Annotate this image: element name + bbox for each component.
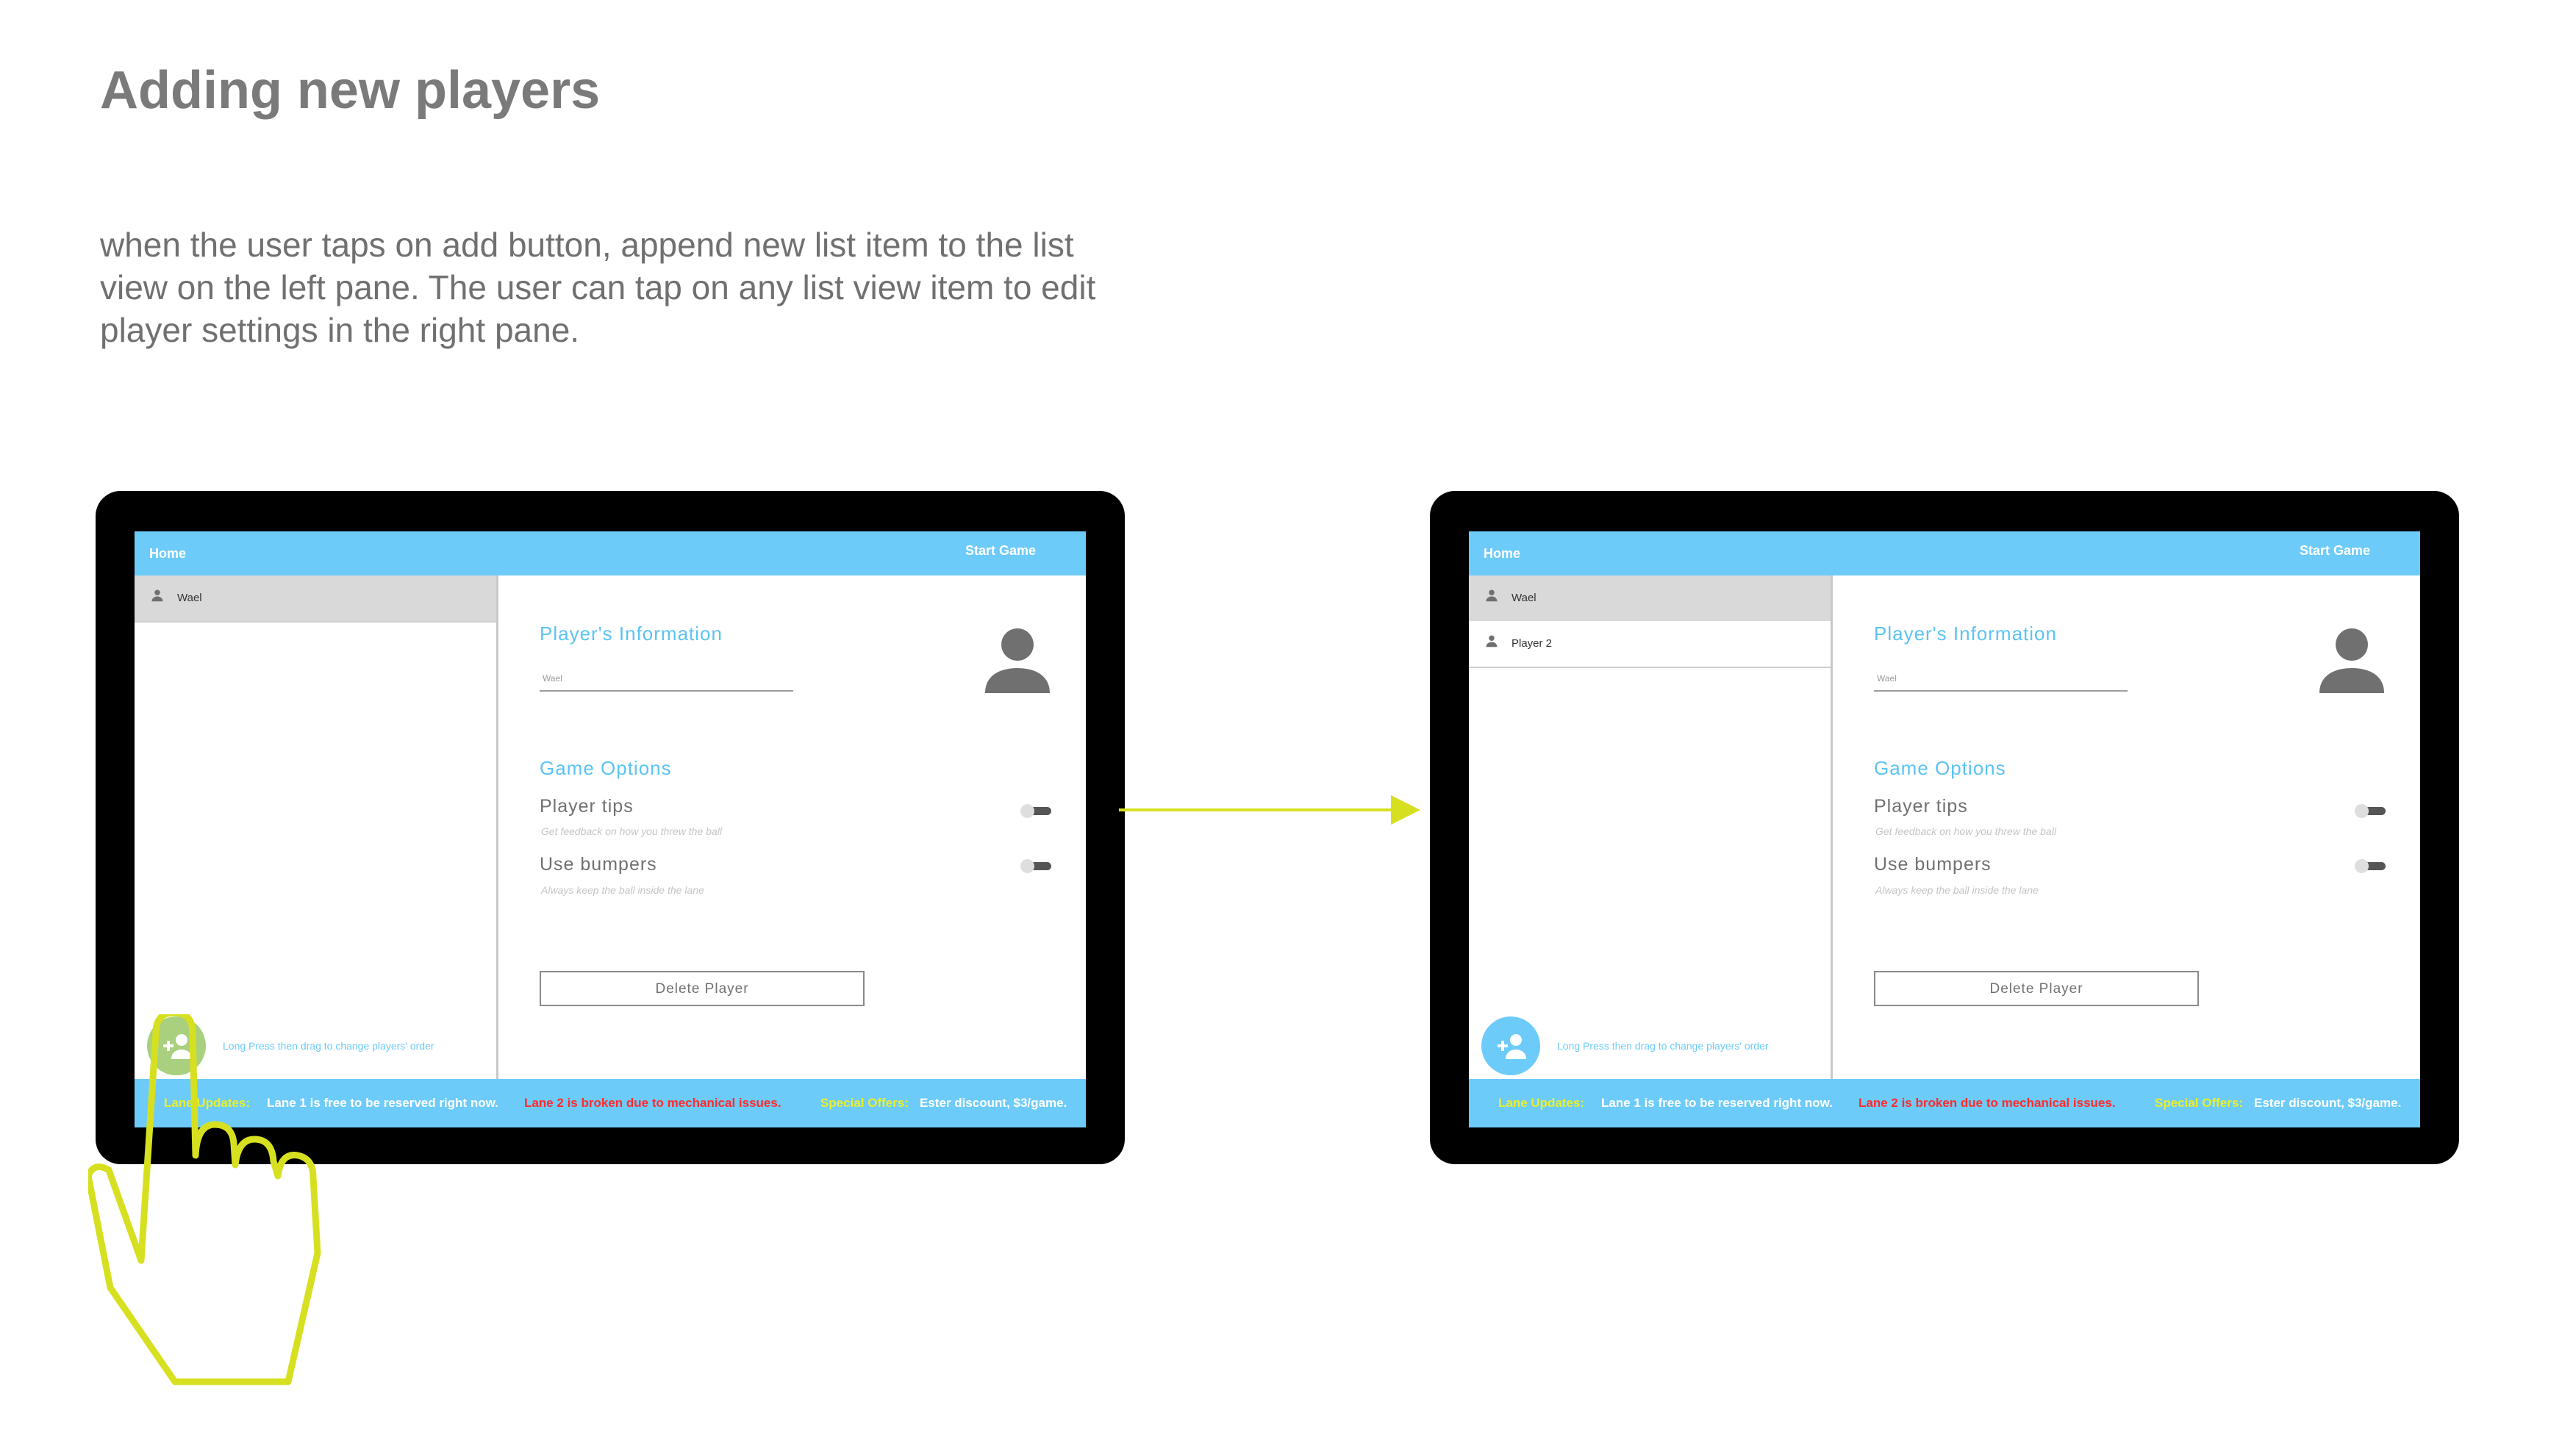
use-bumpers-toggle[interactable] bbox=[2355, 859, 2387, 873]
reorder-hint: Long Press then drag to change players' … bbox=[1557, 1040, 1769, 1052]
person-icon bbox=[1486, 589, 1498, 602]
description: when the user taps on add button, append… bbox=[100, 223, 1247, 351]
game-options-title: Game Options bbox=[540, 757, 672, 779]
transition-arrow-icon bbox=[1119, 795, 1420, 825]
add-person-icon bbox=[1498, 1034, 1526, 1059]
description-line: when the user taps on add button, append… bbox=[100, 226, 1074, 264]
player-name: Wael bbox=[177, 592, 202, 604]
use-bumpers-description: Always keep the ball inside the lane bbox=[1875, 884, 2039, 896]
description-line: player settings in the right pane. bbox=[100, 311, 580, 349]
player-name: Player 2 bbox=[1511, 637, 1553, 650]
player-info-title: Player's Information bbox=[540, 623, 723, 645]
home-link[interactable]: Home bbox=[1484, 546, 1520, 562]
person-icon bbox=[1486, 635, 1498, 648]
player-details-pane: Player's Information Wael Game Options P… bbox=[1833, 575, 2420, 1079]
account-icon bbox=[2319, 628, 2384, 693]
player-name-field[interactable]: Wael bbox=[1877, 673, 1897, 684]
player-info-title: Player's Information bbox=[1874, 623, 2057, 645]
player-tips-description: Get feedback on how you threw the ball bbox=[541, 825, 722, 837]
special-offer-text: Ester discount, $3/game. bbox=[920, 1096, 1067, 1110]
use-bumpers-label: Use bumpers bbox=[1874, 854, 1992, 875]
player-tips-toggle[interactable] bbox=[2355, 804, 2387, 818]
player-tips-description: Get feedback on how you threw the ball bbox=[1875, 825, 2056, 837]
player-name-field[interactable]: Wael bbox=[543, 673, 562, 684]
special-offer-text: Ester discount, $3/game. bbox=[2254, 1096, 2402, 1110]
start-game-button[interactable]: Start Game bbox=[965, 543, 1036, 559]
news-ticker: Lane Updates: Lane 1 is free to be reser… bbox=[1469, 1079, 2420, 1127]
use-bumpers-toggle[interactable] bbox=[1020, 859, 1053, 873]
lane-2-status: Lane 2 is broken due to mechanical issue… bbox=[1858, 1096, 2116, 1110]
use-bumpers-description: Always keep the ball inside the lane bbox=[541, 884, 704, 896]
screen: Home Start Game Wael Player 2 Long Press… bbox=[1469, 531, 2420, 1127]
lane-2-status: Lane 2 is broken due to mechanical issue… bbox=[524, 1096, 781, 1110]
player-list-item[interactable]: Wael bbox=[135, 575, 496, 623]
start-game-button[interactable]: Start Game bbox=[2300, 543, 2370, 559]
player-list-item[interactable]: Wael bbox=[1469, 575, 1831, 623]
special-offers-label: Special Offers: bbox=[820, 1096, 909, 1110]
player-tips-label: Player tips bbox=[1874, 796, 1968, 817]
input-underline bbox=[1874, 690, 2128, 692]
input-underline bbox=[540, 690, 793, 692]
home-link[interactable]: Home bbox=[149, 546, 186, 562]
account-icon bbox=[985, 628, 1050, 693]
game-options-title: Game Options bbox=[1874, 757, 2006, 779]
player-name: Wael bbox=[1511, 592, 1536, 604]
person-icon bbox=[151, 589, 163, 602]
players-list-pane: Wael Long Press then drag to change play… bbox=[135, 575, 498, 1079]
page-title: Adding new players bbox=[100, 61, 601, 120]
lane-1-status: Lane 1 is free to be reserved right now. bbox=[1601, 1096, 1833, 1110]
add-player-button[interactable] bbox=[1481, 1016, 1540, 1075]
tap-gesture-hand-icon bbox=[88, 1014, 321, 1385]
player-tips-toggle[interactable] bbox=[1020, 804, 1053, 818]
player-list-item[interactable]: Player 2 bbox=[1469, 621, 1831, 668]
lane-updates-label: Lane Updates: bbox=[1498, 1096, 1585, 1110]
top-bar: Home Start Game bbox=[1469, 531, 2420, 575]
player-details-pane: Player's Information Wael Game Options P… bbox=[498, 575, 1086, 1079]
tablet-after: Home Start Game Wael Player 2 Long Press… bbox=[1430, 491, 2459, 1164]
delete-player-button[interactable]: Delete Player bbox=[540, 971, 865, 1006]
use-bumpers-label: Use bumpers bbox=[540, 854, 657, 875]
description-line: view on the left pane. The user can tap … bbox=[100, 268, 1096, 306]
special-offers-label: Special Offers: bbox=[2155, 1096, 2243, 1110]
delete-player-button[interactable]: Delete Player bbox=[1874, 971, 2199, 1006]
player-tips-label: Player tips bbox=[540, 796, 634, 817]
top-bar: Home Start Game bbox=[135, 531, 1086, 575]
players-list-pane: Wael Player 2 Long Press then drag to ch… bbox=[1469, 575, 1833, 1079]
